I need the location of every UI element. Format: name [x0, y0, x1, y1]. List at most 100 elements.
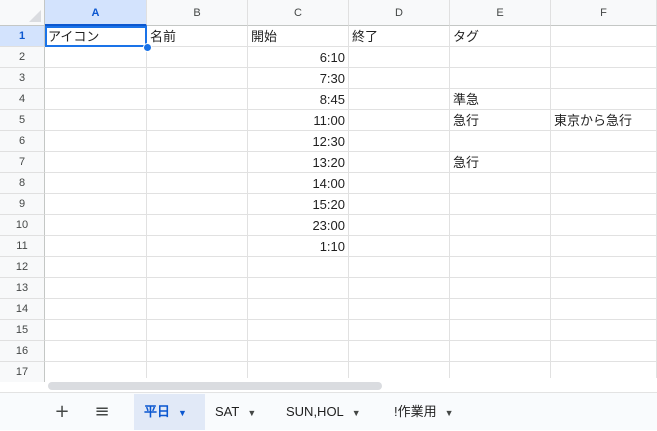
caret-down-icon[interactable]: ▼ — [178, 408, 187, 418]
sheet-tab-4[interactable]: !作業用 ▼ — [384, 394, 464, 430]
cell-c13[interactable] — [248, 278, 349, 299]
cell-d6[interactable] — [349, 131, 450, 152]
row-header-10[interactable]: 10 — [0, 215, 45, 236]
cell-b11[interactable] — [147, 236, 248, 257]
column-header-a[interactable]: A — [45, 0, 147, 26]
cell-e7[interactable]: 急行 — [450, 152, 551, 173]
row-header-4[interactable]: 4 — [0, 89, 45, 110]
cell-e11[interactable] — [450, 236, 551, 257]
cell-e15[interactable] — [450, 320, 551, 341]
cell-b9[interactable] — [147, 194, 248, 215]
column-header-d[interactable]: D — [349, 0, 450, 26]
cell-e3[interactable] — [450, 68, 551, 89]
cell-f7[interactable] — [551, 152, 657, 173]
cell-a5[interactable] — [45, 110, 147, 131]
cell-c15[interactable] — [248, 320, 349, 341]
row-header-5[interactable]: 5 — [0, 110, 45, 131]
cell-f12[interactable] — [551, 257, 657, 278]
sheet-tab-1[interactable]: 平日 ▼ — [134, 394, 205, 430]
cell-b2[interactable] — [147, 47, 248, 68]
row-header-14[interactable]: 14 — [0, 299, 45, 320]
cell-a16[interactable] — [45, 341, 147, 362]
cell-c6[interactable]: 12:30 — [248, 131, 349, 152]
row-header-12[interactable]: 12 — [0, 257, 45, 278]
cell-f10[interactable] — [551, 215, 657, 236]
cell-c4[interactable]: 8:45 — [248, 89, 349, 110]
cell-d11[interactable] — [349, 236, 450, 257]
row-header-8[interactable]: 8 — [0, 173, 45, 194]
cell-d12[interactable] — [349, 257, 450, 278]
cell-a14[interactable] — [45, 299, 147, 320]
cell-c11[interactable]: 1:10 — [248, 236, 349, 257]
cell-c3[interactable]: 7:30 — [248, 68, 349, 89]
cell-c16[interactable] — [248, 341, 349, 362]
cell-d16[interactable] — [349, 341, 450, 362]
cell-d3[interactable] — [349, 68, 450, 89]
cell-f9[interactable] — [551, 194, 657, 215]
cell-e16[interactable] — [450, 341, 551, 362]
cell-c12[interactable] — [248, 257, 349, 278]
cell-f15[interactable] — [551, 320, 657, 341]
cell-e9[interactable] — [450, 194, 551, 215]
cell-a4[interactable] — [45, 89, 147, 110]
cell-e2[interactable] — [450, 47, 551, 68]
column-header-f[interactable]: F — [551, 0, 657, 26]
cell-d14[interactable] — [349, 299, 450, 320]
row-header-1[interactable]: 1 — [0, 26, 45, 47]
row-header-11[interactable]: 11 — [0, 236, 45, 257]
cell-f3[interactable] — [551, 68, 657, 89]
cell-a6[interactable] — [45, 131, 147, 152]
cell-d10[interactable] — [349, 215, 450, 236]
cell-a10[interactable] — [45, 215, 147, 236]
caret-down-icon[interactable]: ▼ — [352, 408, 361, 418]
horizontal-scrollbar-thumb[interactable] — [48, 382, 382, 390]
cell-d1[interactable]: 終了 — [349, 26, 450, 47]
cell-d5[interactable] — [349, 110, 450, 131]
cell-c1[interactable]: 開始 — [248, 26, 349, 47]
cell-b1[interactable]: 名前 — [147, 26, 248, 47]
cell-a9[interactable] — [45, 194, 147, 215]
fill-handle[interactable] — [143, 43, 152, 52]
cell-f5[interactable]: 東京から急行 — [551, 110, 657, 131]
cell-b16[interactable] — [147, 341, 248, 362]
row-header-2[interactable]: 2 — [0, 47, 45, 68]
cell-d8[interactable] — [349, 173, 450, 194]
column-header-e[interactable]: E — [450, 0, 551, 26]
cell-e5[interactable]: 急行 — [450, 110, 551, 131]
cell-f16[interactable] — [551, 341, 657, 362]
column-header-b[interactable]: B — [147, 0, 248, 26]
cell-f2[interactable] — [551, 47, 657, 68]
row-header-9[interactable]: 9 — [0, 194, 45, 215]
cell-b3[interactable] — [147, 68, 248, 89]
cell-a7[interactable] — [45, 152, 147, 173]
cell-b12[interactable] — [147, 257, 248, 278]
cell-b15[interactable] — [147, 320, 248, 341]
cell-a15[interactable] — [45, 320, 147, 341]
row-header-3[interactable]: 3 — [0, 68, 45, 89]
cell-c9[interactable]: 15:20 — [248, 194, 349, 215]
cell-e4[interactable]: 準急 — [450, 89, 551, 110]
cell-c5[interactable]: 11:00 — [248, 110, 349, 131]
cell-e1[interactable]: タグ — [450, 26, 551, 47]
cell-e6[interactable] — [450, 131, 551, 152]
cell-a3[interactable] — [45, 68, 147, 89]
cell-d2[interactable] — [349, 47, 450, 68]
caret-down-icon[interactable]: ▼ — [247, 408, 256, 418]
cell-e12[interactable] — [450, 257, 551, 278]
row-header-16[interactable]: 16 — [0, 341, 45, 362]
cell-d13[interactable] — [349, 278, 450, 299]
cell-c8[interactable]: 14:00 — [248, 173, 349, 194]
cell-a1[interactable]: アイコン — [45, 26, 147, 47]
row-header-6[interactable]: 6 — [0, 131, 45, 152]
row-header-15[interactable]: 15 — [0, 320, 45, 341]
cell-d4[interactable] — [349, 89, 450, 110]
cell-b6[interactable] — [147, 131, 248, 152]
row-header-13[interactable]: 13 — [0, 278, 45, 299]
menu-icon[interactable]: ≡ — [88, 393, 116, 431]
sheet-tab-2[interactable]: SAT ▼ — [205, 394, 266, 430]
cell-b4[interactable] — [147, 89, 248, 110]
cell-d9[interactable] — [349, 194, 450, 215]
sheet-tab-3[interactable]: SUN,HOL ▼ — [276, 394, 371, 430]
cell-f14[interactable] — [551, 299, 657, 320]
cell-f4[interactable] — [551, 89, 657, 110]
